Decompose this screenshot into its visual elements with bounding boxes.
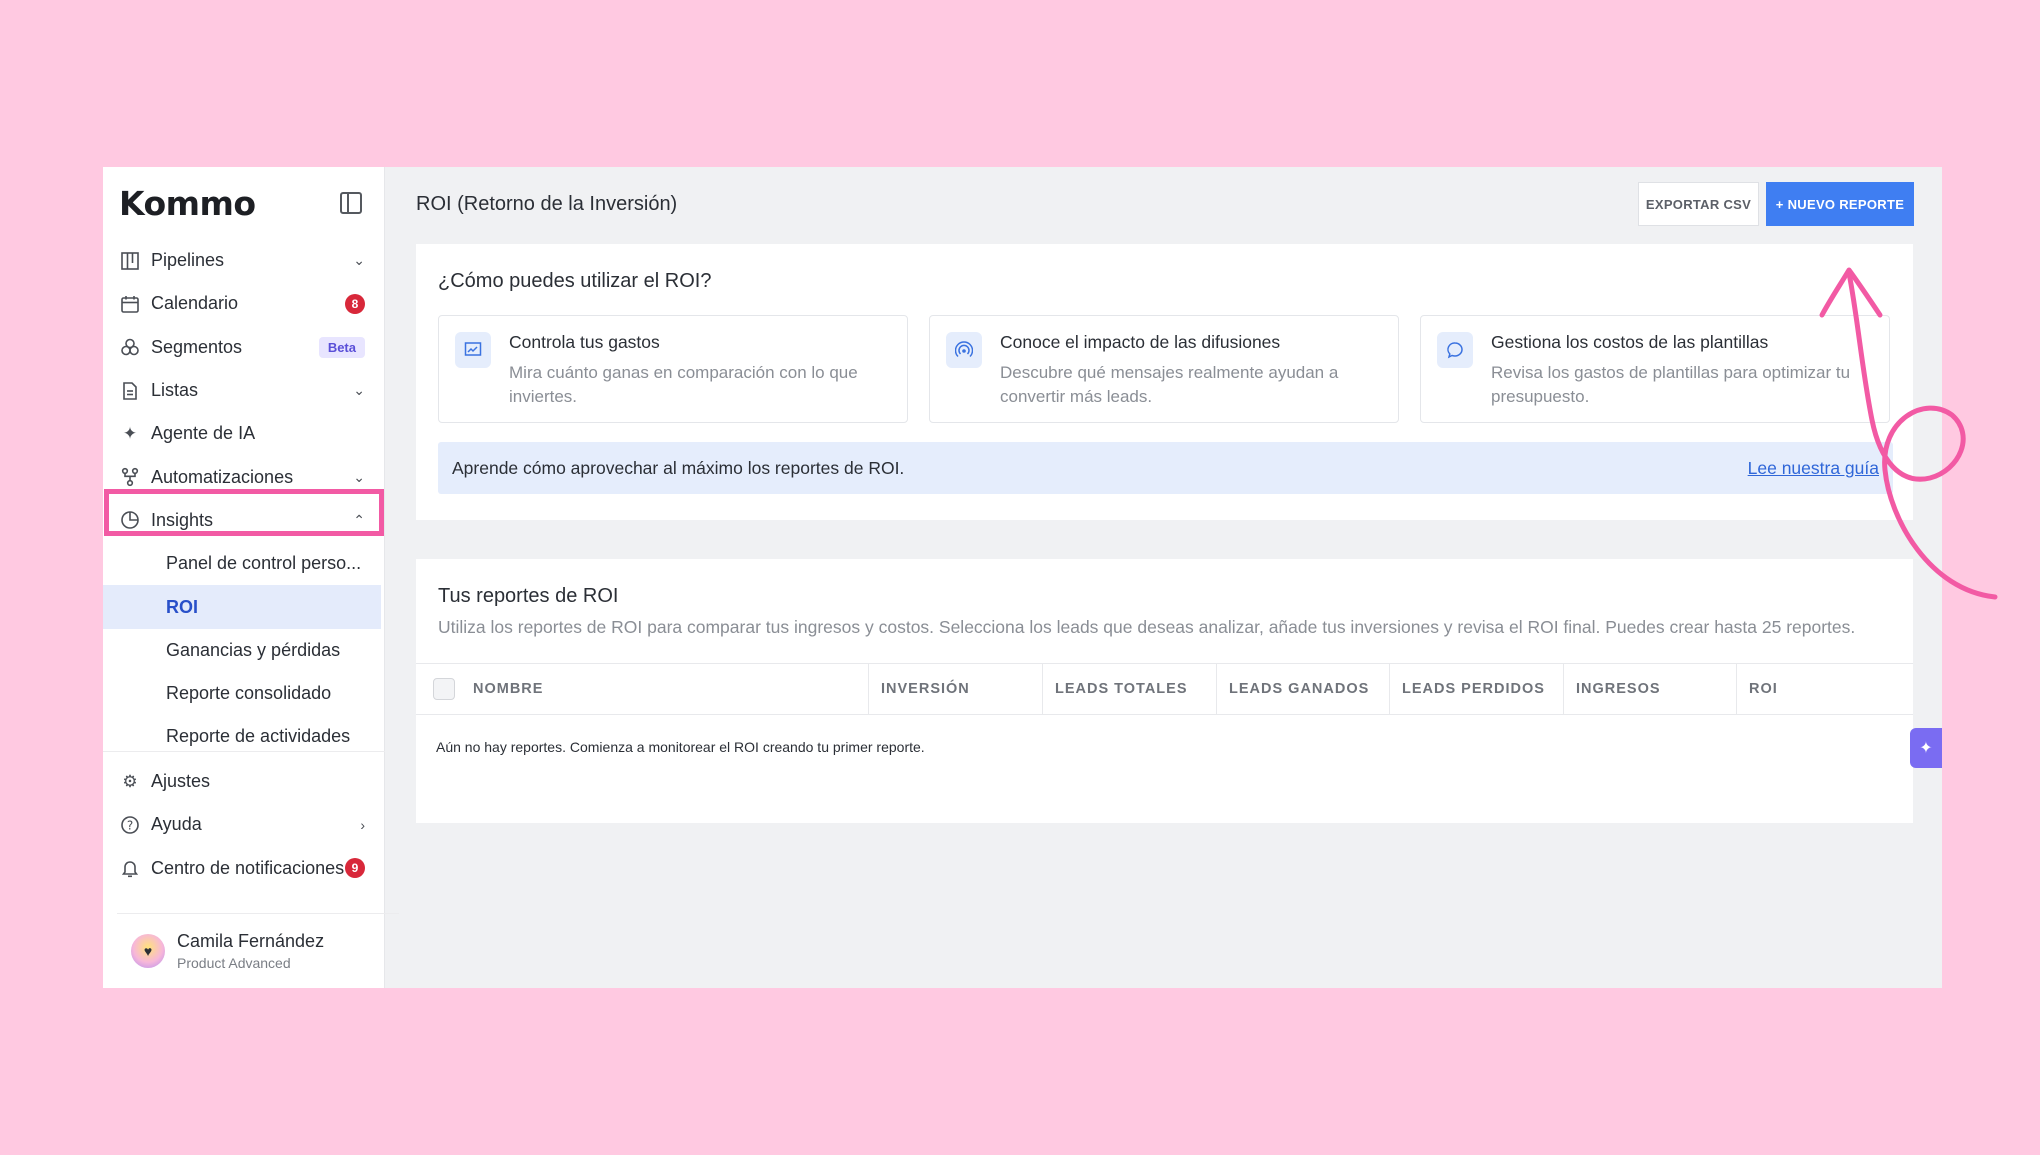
logo-row: Kommo	[103, 167, 384, 239]
user-profile[interactable]: ♥ Camila Fernández Product Advanced	[117, 913, 399, 988]
read-guide-link[interactable]: Lee nuestra guía	[1748, 458, 1879, 479]
tile-title: Controla tus gastos	[509, 332, 660, 352]
chevron-right-icon: ›	[360, 816, 365, 833]
pipelines-icon	[119, 250, 141, 272]
chevron-down-icon: ⌄	[353, 468, 365, 485]
sidebar-item-label: Listas	[151, 380, 199, 401]
sidebar-item-label: Ajustes	[151, 771, 211, 792]
chart-icon	[455, 332, 491, 368]
roi-intro-card: ¿Cómo puedes utilizar el ROI? Controla t…	[416, 244, 1913, 520]
column-leads-totales[interactable]: LEADS TOTALES	[1043, 664, 1217, 714]
export-csv-button[interactable]: EXPORTAR CSV	[1638, 182, 1759, 226]
main-content: ROI (Retorno de la Inversión) EXPORTAR C…	[385, 167, 1942, 988]
column-label: NOMBRE	[473, 681, 544, 697]
sidebar-subitem-reporte-consolidado[interactable]: Reporte consolidado	[103, 672, 385, 715]
sidebar-item-label: Centro de notificaciones	[151, 857, 345, 878]
sidebar: Kommo Pipelines ⌄ Calendario 8 Segmentos…	[103, 167, 399, 988]
tile-title: Conoce el impacto de las difusiones	[1000, 332, 1281, 352]
reports-description: Utiliza los reportes de ROI para compara…	[438, 617, 1856, 637]
help-icon: ?	[119, 814, 141, 836]
sidebar-item-ayuda[interactable]: ? Ayuda ›	[103, 803, 385, 846]
column-ingresos[interactable]: INGRESOS	[1564, 664, 1737, 714]
segments-icon	[119, 336, 141, 358]
sidebar-subitem-roi[interactable]: ROI	[103, 585, 381, 629]
svg-text:?: ?	[127, 818, 133, 832]
guide-info-text: Aprende cómo aprovechar al máximo los re…	[452, 457, 905, 478]
tile-description: Mira cuánto ganas en comparación con lo …	[509, 363, 858, 406]
chevron-down-icon: ⌄	[353, 252, 365, 269]
reports-title: Tus reportes de ROI	[438, 585, 619, 607]
select-all-checkbox[interactable]	[433, 678, 455, 700]
sidebar-item-label: Agente de IA	[151, 423, 256, 444]
avatar: ♥	[131, 934, 165, 968]
kommo-logo: Kommo	[119, 183, 256, 223]
sidebar-item-notificaciones[interactable]: Centro de notificaciones 9	[103, 847, 385, 890]
bell-icon	[119, 857, 141, 879]
new-report-button[interactable]: + NUEVO REPORTE	[1766, 182, 1914, 226]
reports-table-header: NOMBRE INVERSIÓN LEADS TOTALES LEADS GAN…	[416, 663, 1913, 715]
beta-badge: Beta	[318, 336, 365, 358]
sidebar-item-pipelines[interactable]: Pipelines ⌄	[103, 239, 385, 282]
empty-reports-message: Aún no hay reportes. Comienza a monitore…	[436, 739, 925, 755]
sidebar-item-label: Ayuda	[151, 814, 202, 835]
sidebar-item-label: Calendario	[151, 293, 239, 314]
tile-title: Gestiona los costos de las plantillas	[1491, 332, 1769, 352]
intro-title: ¿Cómo puedes utilizar el ROI?	[438, 270, 712, 292]
sidebar-item-listas[interactable]: Listas ⌄	[103, 369, 385, 412]
sidebar-bottom-nav: ⚙ Ajustes ? Ayuda › Centro de notificaci…	[103, 751, 385, 890]
broadcast-icon	[946, 332, 982, 368]
ai-assistant-button[interactable]: ✦	[1910, 728, 1942, 768]
tile-controla-gastos: Controla tus gastos Mira cuánto ganas en…	[438, 315, 908, 423]
notifications-count-badge: 9	[345, 858, 365, 879]
sidebar-collapse-icon[interactable]	[340, 192, 362, 214]
sidebar-item-calendario[interactable]: Calendario 8	[103, 282, 385, 325]
user-plan: Product Advanced	[177, 955, 291, 971]
calendar-count-badge: 8	[345, 293, 365, 314]
sidebar-item-label: Automatizaciones	[151, 466, 294, 487]
tile-costos-plantillas: Gestiona los costos de las plantillas Re…	[1420, 315, 1890, 423]
settings-icon: ⚙	[122, 771, 138, 791]
sidebar-item-label: Segmentos	[151, 336, 243, 357]
chevron-down-icon: ⌄	[353, 382, 365, 399]
app-window: Kommo Pipelines ⌄ Calendario 8 Segmentos…	[103, 167, 1942, 988]
column-roi[interactable]: ROI	[1737, 664, 1913, 714]
ai-agent-icon: ✦	[122, 423, 138, 443]
user-name: Camila Fernández	[177, 931, 325, 951]
tile-description: Descubre qué mensajes realmente ayudan a…	[1000, 363, 1339, 406]
automations-icon	[119, 466, 141, 488]
tile-impacto-difusiones: Conoce el impacto de las difusiones Desc…	[929, 315, 1399, 423]
sidebar-item-segmentos[interactable]: Segmentos Beta	[103, 326, 385, 369]
sidebar-item-label: Pipelines	[151, 250, 225, 271]
column-leads-ganados[interactable]: LEADS GANADOS	[1217, 664, 1390, 714]
roi-reports-card: Tus reportes de ROI Utiliza los reportes…	[416, 559, 1913, 823]
insights-highlight-box	[104, 489, 384, 536]
lists-icon	[119, 380, 141, 402]
column-leads-perdidos[interactable]: LEADS PERDIDOS	[1390, 664, 1564, 714]
column-inversion[interactable]: INVERSIÓN	[869, 664, 1043, 714]
column-nombre[interactable]: NOMBRE	[416, 664, 869, 714]
guide-info-bar: Aprende cómo aprovechar al máximo los re…	[438, 442, 1893, 494]
sidebar-item-agente-ia[interactable]: ✦ Agente de IA	[103, 412, 385, 455]
sidebar-subitem-ganancias[interactable]: Ganancias y pérdidas	[103, 629, 385, 672]
chat-bubble-icon	[1437, 332, 1473, 368]
page-title: ROI (Retorno de la Inversión)	[416, 193, 678, 215]
calendar-icon	[119, 293, 141, 315]
sidebar-item-ajustes[interactable]: ⚙ Ajustes	[103, 760, 385, 803]
tile-description: Revisa los gastos de plantillas para opt…	[1491, 363, 1851, 406]
user-info: Camila Fernández Product Advanced	[177, 931, 324, 971]
sidebar-subitem-panel-control[interactable]: Panel de control perso...	[103, 542, 385, 585]
